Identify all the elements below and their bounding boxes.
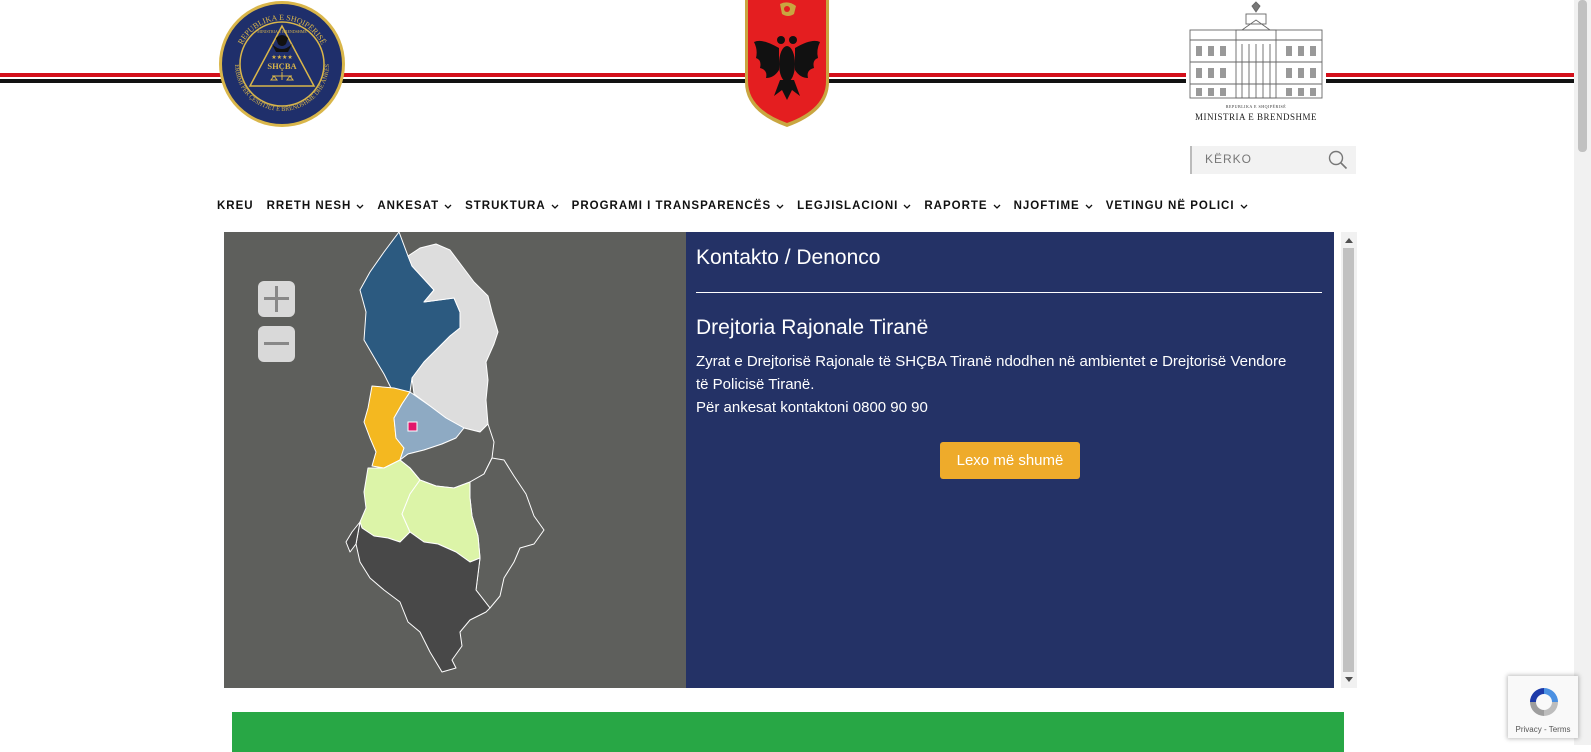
- nav-item-ankesat[interactable]: ANKESAT: [377, 200, 452, 212]
- recaptcha-terms-link[interactable]: Privacy - Terms: [1508, 725, 1578, 734]
- ministry-logo-name: MINISTRIA E BRENDSHME: [1194, 112, 1317, 122]
- panel-scrollbar[interactable]: [1341, 232, 1357, 688]
- zoom-in-button[interactable]: [258, 281, 295, 317]
- nav-item-label: STRUKTURA: [465, 200, 546, 212]
- panel-title: Kontakto / Denonco: [696, 246, 881, 269]
- chevron-down-icon: [1240, 204, 1248, 209]
- chevron-down-icon: [1085, 204, 1093, 209]
- chevron-down-icon: [776, 204, 784, 209]
- read-more-button[interactable]: Lexo më shumë: [940, 442, 1080, 479]
- green-banner: [232, 712, 1344, 752]
- chevron-down-icon: [356, 204, 364, 209]
- region-map-panel: [224, 232, 686, 688]
- zoom-out-button[interactable]: [258, 326, 295, 362]
- recaptcha-icon: [1530, 688, 1558, 716]
- nav-item-label: VETINGU NË POLICI: [1105, 200, 1235, 212]
- scroll-up-arrow-icon[interactable]: [1345, 238, 1353, 243]
- albania-coat-of-arms-logo: [744, 0, 830, 128]
- nav-item-label: NJOFTIME: [1013, 200, 1080, 212]
- region-title: Drejtoria Rajonale Tiranë: [696, 316, 929, 339]
- map-region-korce[interactable]: [469, 457, 545, 609]
- nav-item-label: ANKESAT: [377, 200, 440, 212]
- nav-item-programi-i-transparences[interactable]: PROGRAMI I TRANSPARENCËS: [572, 200, 785, 212]
- main-navigation: KREU RRETH NESH ANKESAT STRUKTURA PROGRA…: [217, 196, 1261, 216]
- nav-item-label: RRETH NESH: [266, 200, 352, 212]
- chevron-down-icon: [444, 204, 452, 209]
- nav-item-struktura[interactable]: STRUKTURA: [465, 200, 559, 212]
- logo-stars: ★★★★: [271, 54, 293, 61]
- nav-item-label: PROGRAMI I TRANSPARENCËS: [571, 200, 772, 212]
- nav-item-label: LEGJISLACIONI: [797, 200, 899, 212]
- logo-inner-top-text: MINISTRIA E BRENDSHME: [257, 29, 307, 34]
- chevron-down-icon: [551, 204, 559, 209]
- search-icon[interactable]: [1328, 150, 1348, 170]
- recaptcha-badge[interactable]: Privacy - Terms: [1508, 676, 1578, 738]
- selected-location-marker[interactable]: [407, 421, 418, 432]
- nav-item-raporte[interactable]: RAPORTE: [924, 200, 1001, 212]
- panel-scrollbar-thumb[interactable]: [1343, 248, 1354, 672]
- chevron-down-icon: [993, 204, 1001, 209]
- contact-info-panel: Kontakto / Denonco Drejtoria Rajonale Ti…: [686, 232, 1334, 688]
- region-description: Zyrat e Drejtorisë Rajonale të SHÇBA Tir…: [696, 350, 1296, 419]
- nav-item-label: RAPORTE: [924, 200, 988, 212]
- page-scrollbar[interactable]: [1574, 0, 1591, 745]
- page-scrollbar-thumb[interactable]: [1578, 0, 1587, 152]
- logo-abbr-text: SHÇBA: [267, 61, 297, 71]
- nav-item-njoftime[interactable]: NJOFTIME: [1014, 200, 1093, 212]
- search-box: [1190, 146, 1356, 174]
- ministry-logo-small-text: REPUBLIKA E SHQIPËRISË: [1225, 104, 1287, 109]
- divider: [696, 292, 1322, 293]
- shcba-logo[interactable]: REPUBLIKA E SHQIPËRISË SHËRBIMI PËR ÇËSH…: [216, 0, 346, 128]
- nav-item-kreu[interactable]: KREU: [217, 200, 254, 212]
- nav-item-rreth-nesh[interactable]: RRETH NESH: [267, 200, 365, 212]
- chevron-down-icon: [903, 204, 911, 209]
- search-input[interactable]: [1192, 146, 1335, 172]
- contact-phone-text: Për ankesat kontaktoni 0800 90 90: [696, 399, 928, 416]
- nav-item-vetingu-ne-polici[interactable]: VETINGU NË POLICI: [1106, 200, 1248, 212]
- region-description-text: Zyrat e Drejtorisë Rajonale të SHÇBA Tir…: [696, 353, 1287, 393]
- nav-item-legjislacioni[interactable]: LEGJISLACIONI: [797, 200, 911, 212]
- nav-item-label: KREU: [217, 200, 254, 212]
- scroll-down-arrow-icon[interactable]: [1345, 677, 1353, 682]
